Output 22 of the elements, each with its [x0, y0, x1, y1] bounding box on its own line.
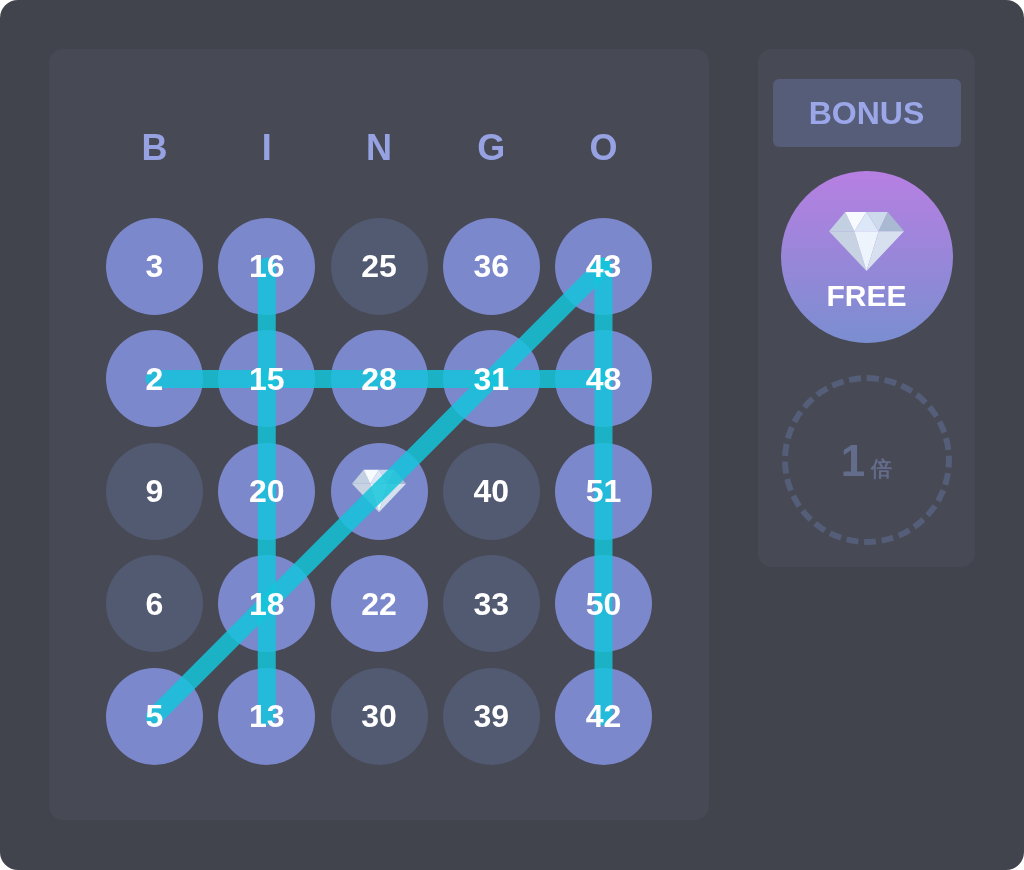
column-letter: G [477, 128, 506, 168]
bingo-number: 6 [106, 555, 203, 652]
diamond-icon [829, 210, 904, 272]
column-letter: O [589, 128, 618, 168]
bingo-number: 2 [106, 330, 203, 427]
free-label: FREE [826, 279, 907, 312]
bingo-number: 3 [106, 217, 203, 315]
bingo-number: 30 [330, 667, 428, 765]
column-letter: N [366, 128, 392, 168]
bingo-number: 13 [218, 667, 316, 765]
bonus-header: BONUS [772, 79, 961, 147]
column-letter: I [261, 128, 272, 168]
bingo-number: 36 [442, 217, 540, 315]
bingo-number: 25 [330, 217, 428, 315]
bingo-number: 42 [555, 667, 652, 765]
bingo-number: 9 [106, 442, 203, 540]
bingo-number: 40 [442, 442, 540, 540]
bingo-number: 16 [218, 217, 316, 315]
column-letter: B [141, 128, 168, 168]
bingo-number: 39 [442, 667, 540, 765]
bingo-number: 33 [442, 555, 540, 652]
bingo-number: 22 [330, 555, 428, 652]
